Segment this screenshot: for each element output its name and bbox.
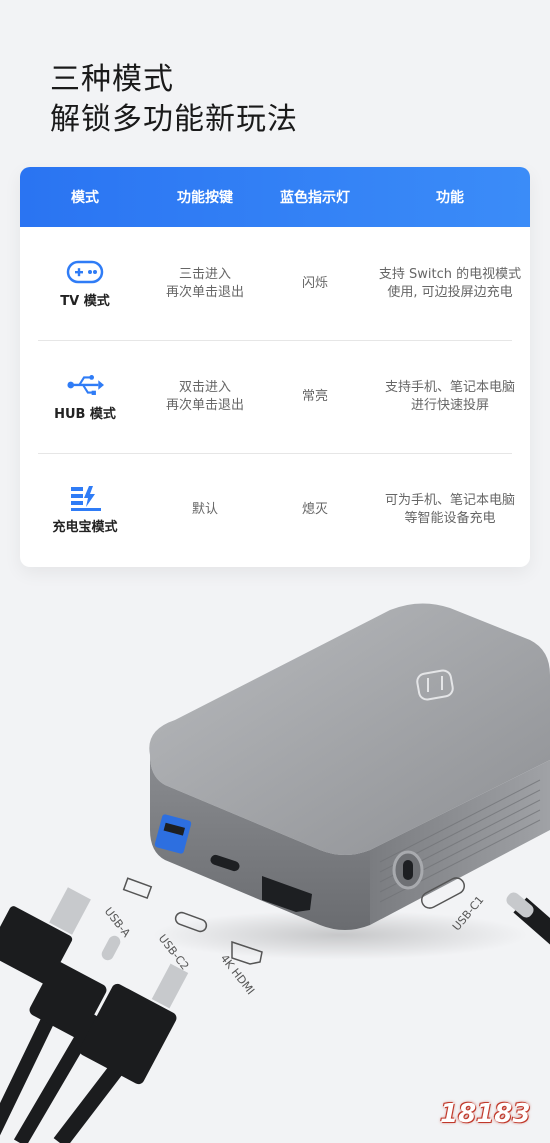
- header-mode: 模式: [71, 190, 99, 206]
- headline-line-1: 三种模式: [50, 62, 174, 97]
- function-cell: 可为手机、笔记本电脑 等智能设备充电: [370, 492, 530, 528]
- key-cell: 默认: [150, 501, 260, 519]
- function-text: 进行快速投屏: [410, 397, 489, 413]
- key-text: 双击进入: [178, 379, 231, 395]
- gamepad-icon: [66, 257, 104, 287]
- usb-icon: [66, 370, 104, 400]
- function-text: 支持 Switch 的电视模式: [378, 266, 522, 282]
- key-text: 再次单击退出: [165, 397, 244, 413]
- function-text: 等智能设备充电: [404, 510, 496, 526]
- header-key: 功能按键: [177, 190, 233, 206]
- function-text: 支持手机、笔记本电脑: [384, 379, 515, 395]
- indicator-cell: 常亮: [301, 388, 328, 404]
- header-function: 功能: [436, 190, 464, 206]
- indicator-cell: 熄灭: [301, 501, 328, 517]
- header-indicator: 蓝色指示灯: [280, 190, 350, 206]
- key-text: 再次单击退出: [165, 284, 244, 300]
- mode-name: TV 模式: [60, 293, 110, 309]
- page-headline: 三种模式 解锁多功能新玩法: [50, 60, 298, 140]
- function-text: 使用, 可边投屏边充电: [387, 284, 513, 300]
- mode-name: 充电宝模式: [52, 519, 118, 535]
- mode-name: HUB 模式: [54, 406, 116, 422]
- table-row: HUB 模式 双击进入 再次单击退出 常亮 支持手机、笔记本电脑 进行快速投屏: [20, 340, 530, 453]
- mode-cell: 充电宝模式: [20, 483, 150, 537]
- headline-line-2: 解锁多功能新玩法: [50, 102, 298, 137]
- battery-charge-icon: [66, 483, 104, 513]
- mode-cell: TV 模式: [20, 257, 150, 311]
- product-illustration: USB-A USB-C2 4K HDMI USB-C1 18183: [0, 580, 550, 1143]
- function-cell: 支持手机、笔记本电脑 进行快速投屏: [370, 379, 530, 415]
- function-text: 可为手机、笔记本电脑: [384, 492, 515, 508]
- watermark-text: 18183: [440, 1099, 531, 1129]
- table-row: TV 模式 三击进入 再次单击退出 闪烁 支持 Switch 的电视模式 使用,…: [20, 227, 530, 340]
- power-bank-image: [0, 603, 550, 1143]
- indicator-cell: 闪烁: [301, 275, 328, 291]
- table-header: 模式 功能按键 蓝色指示灯 功能: [20, 167, 530, 227]
- function-cell: 支持 Switch 的电视模式 使用, 可边投屏边充电: [370, 266, 530, 302]
- key-text: 三击进入: [178, 266, 231, 282]
- mode-cell: HUB 模式: [20, 370, 150, 424]
- table-row: 充电宝模式 默认 熄灭 可为手机、笔记本电脑 等智能设备充电: [20, 453, 530, 566]
- key-text: 默认: [191, 501, 218, 517]
- key-cell: 三击进入 再次单击退出: [150, 266, 260, 302]
- key-cell: 双击进入 再次单击退出: [150, 379, 260, 415]
- watermark-logo: 18183: [426, 1093, 536, 1137]
- mode-table: 模式 功能按键 蓝色指示灯 功能 TV 模式 三击进入 再次单击退出 闪烁 支持…: [20, 167, 530, 567]
